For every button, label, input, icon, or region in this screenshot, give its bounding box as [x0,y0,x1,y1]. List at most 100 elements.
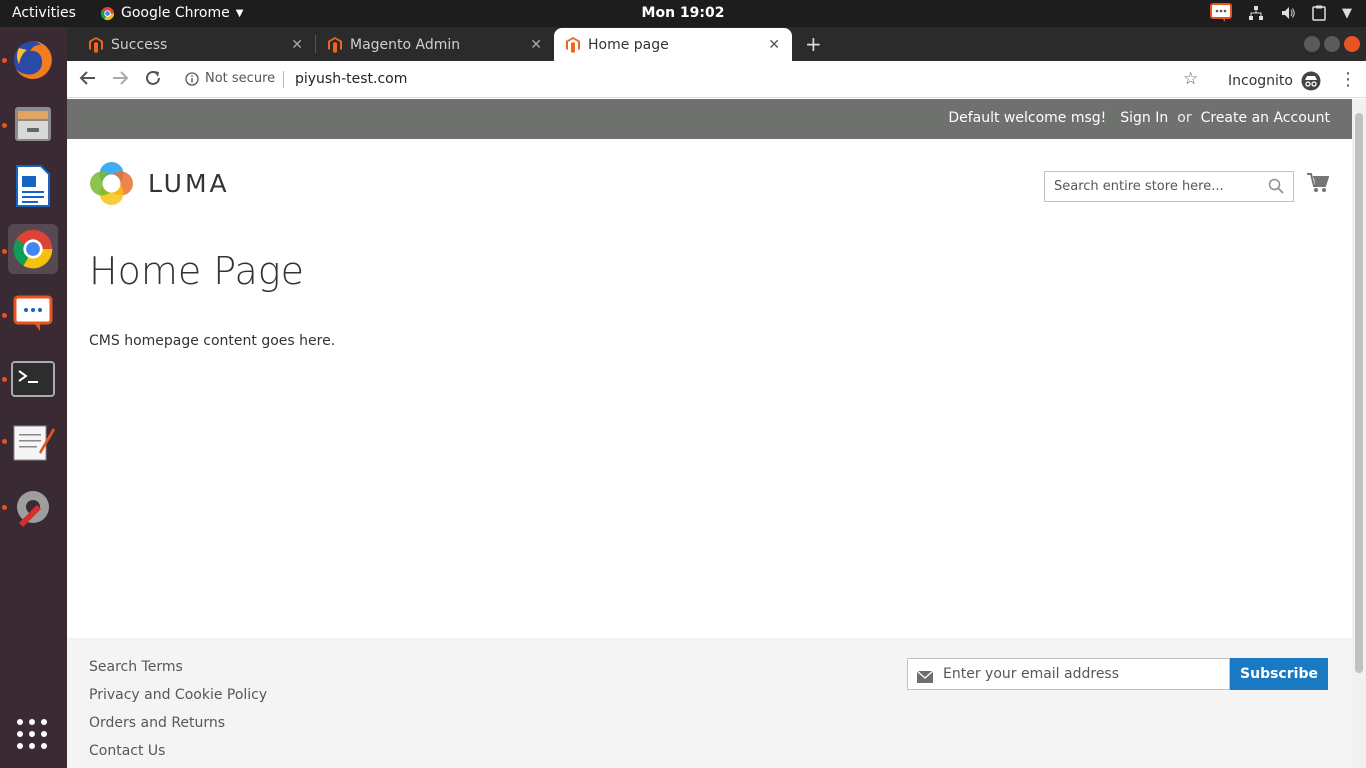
dock-settings[interactable] [8,482,58,532]
close-icon[interactable]: ✕ [768,37,780,53]
file-manager-icon [15,107,51,141]
reload-button[interactable] [144,69,162,92]
system-top-bar: Activities Google Chrome ▼ Mon 19:02 ▼ [0,0,1366,27]
running-indicator [2,313,7,318]
footer-link-contact[interactable]: Contact Us [89,743,267,760]
bookmark-star-icon[interactable]: ☆ [1183,69,1198,89]
main-content: Home Page CMS homepage content goes here… [89,249,335,349]
info-icon [185,71,199,86]
envelope-icon [916,668,934,687]
maximize-button[interactable] [1324,36,1340,52]
page-header: LUMA [67,139,1352,239]
scrollbar-thumb[interactable] [1355,113,1363,673]
newsletter-email-input[interactable] [943,659,1223,689]
more-menu-icon[interactable]: ⋮ [1339,69,1357,90]
activities-button[interactable]: Activities [12,5,76,21]
app-menu[interactable]: Google Chrome ▼ [100,5,243,21]
store-search [1044,171,1294,202]
magento-icon [328,36,342,53]
page-scrollbar[interactable] [1352,99,1366,768]
minicart-button[interactable] [1307,173,1330,197]
chat-app-icon [13,295,53,331]
close-icon[interactable]: ✕ [530,37,542,53]
dock-chrome[interactable] [8,224,58,274]
tab-home-page[interactable]: Home page ✕ [554,28,792,61]
arrow-right-icon [113,71,129,85]
sign-in-link[interactable]: Sign In [1120,110,1168,126]
network-icon[interactable] [1248,5,1264,21]
divider [283,71,284,88]
system-settings-icon [17,491,49,527]
magento-icon [89,36,103,53]
dock-writer[interactable] [8,161,58,211]
tab-magento-admin[interactable]: Magento Admin ✕ [316,28,554,61]
chat-notification-icon[interactable] [1210,3,1232,23]
tab-title: Success [111,36,168,53]
minimize-button[interactable] [1304,36,1320,52]
footer-link-search-terms[interactable]: Search Terms [89,659,267,676]
running-indicator [2,58,7,63]
dock-chat[interactable] [8,289,58,339]
chevron-down-icon[interactable]: ▼ [1342,6,1352,21]
footer-links: Search Terms Privacy and Cookie Policy O… [89,659,267,768]
dock-firefox[interactable] [8,35,58,85]
back-button[interactable] [79,69,97,92]
search-icon[interactable] [1268,178,1284,198]
tab-title: Home page [588,36,669,53]
site-info-button[interactable]: Not secure [185,71,275,86]
running-indicator [2,249,7,254]
tab-title: Magento Admin [350,36,461,53]
firefox-icon [14,41,52,79]
header-panel: Default welcome msg! Sign In or Create a… [67,99,1352,139]
running-indicator [2,123,7,128]
page-title: Home Page [89,249,304,293]
running-indicator [2,505,7,510]
reload-icon [146,70,160,85]
system-tray[interactable]: ▼ [1210,3,1352,23]
store-logo[interactable]: LUMA [89,161,230,206]
close-icon[interactable]: ✕ [291,37,303,53]
cms-content: CMS homepage content goes here. [89,333,336,349]
subscribe-button[interactable]: Subscribe [1230,658,1328,690]
shopping-cart-icon [1307,173,1330,192]
search-input[interactable] [1045,172,1265,201]
or-separator: or [1177,110,1192,126]
chevron-down-icon: ▼ [235,7,244,19]
logo-text: LUMA [148,169,230,198]
close-window-button[interactable] [1344,36,1360,52]
tab-success[interactable]: Success ✕ [77,28,315,61]
browser-window: Success ✕ Magento Admin ✕ Home page ✕ + [67,27,1366,768]
running-indicator [2,439,7,444]
tab-strip: Success ✕ Magento Admin ✕ Home page ✕ + [67,27,1366,61]
newsletter-form: Subscribe [907,658,1328,690]
page-footer: Search Terms Privacy and Cookie Policy O… [67,638,1352,768]
app-name: Google Chrome [121,5,230,21]
document-writer-icon [16,165,50,207]
magento-icon [566,36,580,53]
luma-logo-icon [90,162,133,205]
address-bar[interactable]: piyush-test.com [295,71,407,87]
show-applications-icon[interactable] [17,719,47,749]
footer-link-orders-returns[interactable]: Orders and Returns [89,715,267,732]
clipboard-icon[interactable] [1312,5,1326,21]
dock-files[interactable] [8,99,58,149]
new-tab-button[interactable]: + [805,32,822,56]
header-links: Default welcome msg! Sign In or Create a… [948,110,1330,126]
dock-text-editor[interactable] [8,417,58,467]
dock [0,27,67,768]
incognito-indicator[interactable]: Incognito [1228,71,1321,91]
security-label: Not secure [205,71,276,86]
browser-toolbar: Not secure piyush-test.com ☆ Incognito ⋮ [67,61,1366,98]
running-indicator [2,377,7,382]
incognito-label: Incognito [1228,73,1293,89]
welcome-message: Default welcome msg! [948,110,1107,126]
forward-button[interactable] [111,69,129,92]
terminal-icon [11,361,55,397]
volume-icon[interactable] [1280,5,1296,21]
chrome-icon [13,229,53,269]
dock-terminal[interactable] [8,354,58,404]
arrow-left-icon [79,71,95,85]
create-account-link[interactable]: Create an Account [1201,110,1330,126]
page-viewport: Default welcome msg! Sign In or Create a… [67,99,1352,768]
footer-link-privacy[interactable]: Privacy and Cookie Policy [89,687,267,704]
